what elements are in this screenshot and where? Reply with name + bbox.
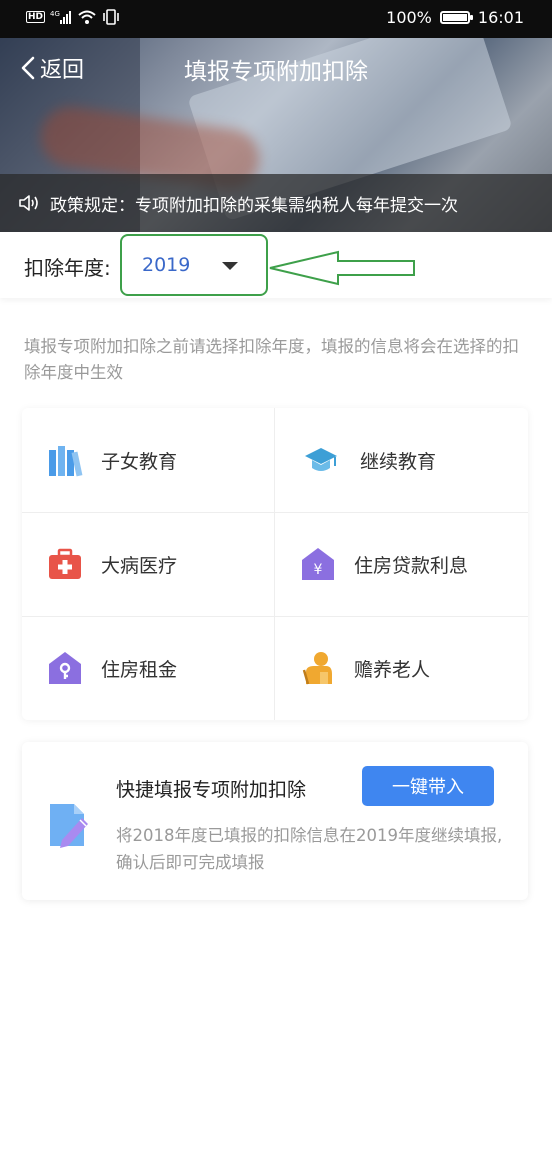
policy-notice: 政策规定：专项附加扣除的采集需纳税人每年提交一次 <box>0 174 552 232</box>
quick-fill-card: 快捷填报专项附加扣除 一键带入 将2018年度已填报的扣除信息在2019年度继续… <box>22 742 528 900</box>
svg-text:¥: ¥ <box>314 562 323 578</box>
category-grid: 子女教育 继续教育 大病医疗 ¥ 住房贷款利息 住房租金 赡养老人 <box>22 408 528 720</box>
year-label: 扣除年度: <box>24 256 111 280</box>
one-click-import-button[interactable]: 一键带入 <box>362 766 494 806</box>
category-children-education[interactable]: 子女教育 <box>22 408 274 512</box>
notice-text: 政策规定：专项附加扣除的采集需纳税人每年提交一次 <box>50 195 458 216</box>
quick-fill-title: 快捷填报专项附加扣除 <box>116 779 307 801</box>
house-yuan-icon: ¥ <box>302 548 334 580</box>
category-elderly-support[interactable]: 赡养老人 <box>275 616 527 720</box>
edit-document-icon <box>50 804 88 848</box>
category-label: 子女教育 <box>101 450 178 473</box>
graduation-cap-icon <box>305 448 337 471</box>
status-bar: HD 4G 100% 16:01 <box>0 0 552 38</box>
category-housing-loan[interactable]: ¥ 住房贷款利息 <box>275 512 527 616</box>
status-right: 100% 16:01 <box>386 8 524 27</box>
year-dropdown[interactable]: 2019 <box>120 234 268 296</box>
quick-fill-description: 将2018年度已填报的扣除信息在2019年度继续填报,确认后即可完成填报 <box>116 826 503 872</box>
svg-text:4G: 4G <box>50 10 60 18</box>
battery-icon <box>439 11 473 24</box>
page-title: 填报专项附加扣除 <box>184 59 368 85</box>
medical-kit-icon <box>49 548 81 579</box>
category-housing-rent[interactable]: 住房租金 <box>22 616 274 720</box>
speaker-icon <box>19 195 38 211</box>
year-value: 2019 <box>142 254 191 276</box>
annotation-arrow-icon <box>269 250 415 286</box>
category-label: 赡养老人 <box>354 658 431 681</box>
books-icon <box>49 446 83 477</box>
status-time: 16:01 <box>477 8 524 27</box>
year-hint: 填报专项附加扣除之前请选择扣除年度，填报的信息将会在选择的扣除年度中生效 <box>24 337 519 382</box>
category-label: 大病医疗 <box>101 554 178 577</box>
status-left-icons: HD 4G <box>26 9 120 25</box>
category-label: 住房租金 <box>101 658 178 681</box>
house-key-icon <box>49 652 81 684</box>
category-label: 住房贷款利息 <box>354 554 469 577</box>
wifi-icon <box>78 10 96 24</box>
vibrate-icon <box>103 9 119 25</box>
4g-signal-icon: 4G <box>50 10 72 24</box>
nav-bar: 返回 填报专项附加扣除 <box>0 38 552 100</box>
battery-percent: 100% <box>386 8 432 27</box>
category-continuing-education[interactable]: 继续教育 <box>275 408 527 512</box>
hd-icon: HD <box>26 11 46 23</box>
category-serious-illness[interactable]: 大病医疗 <box>22 512 274 616</box>
caret-down-icon <box>222 262 238 270</box>
elder-icon <box>302 652 332 685</box>
category-label: 继续教育 <box>360 450 437 473</box>
